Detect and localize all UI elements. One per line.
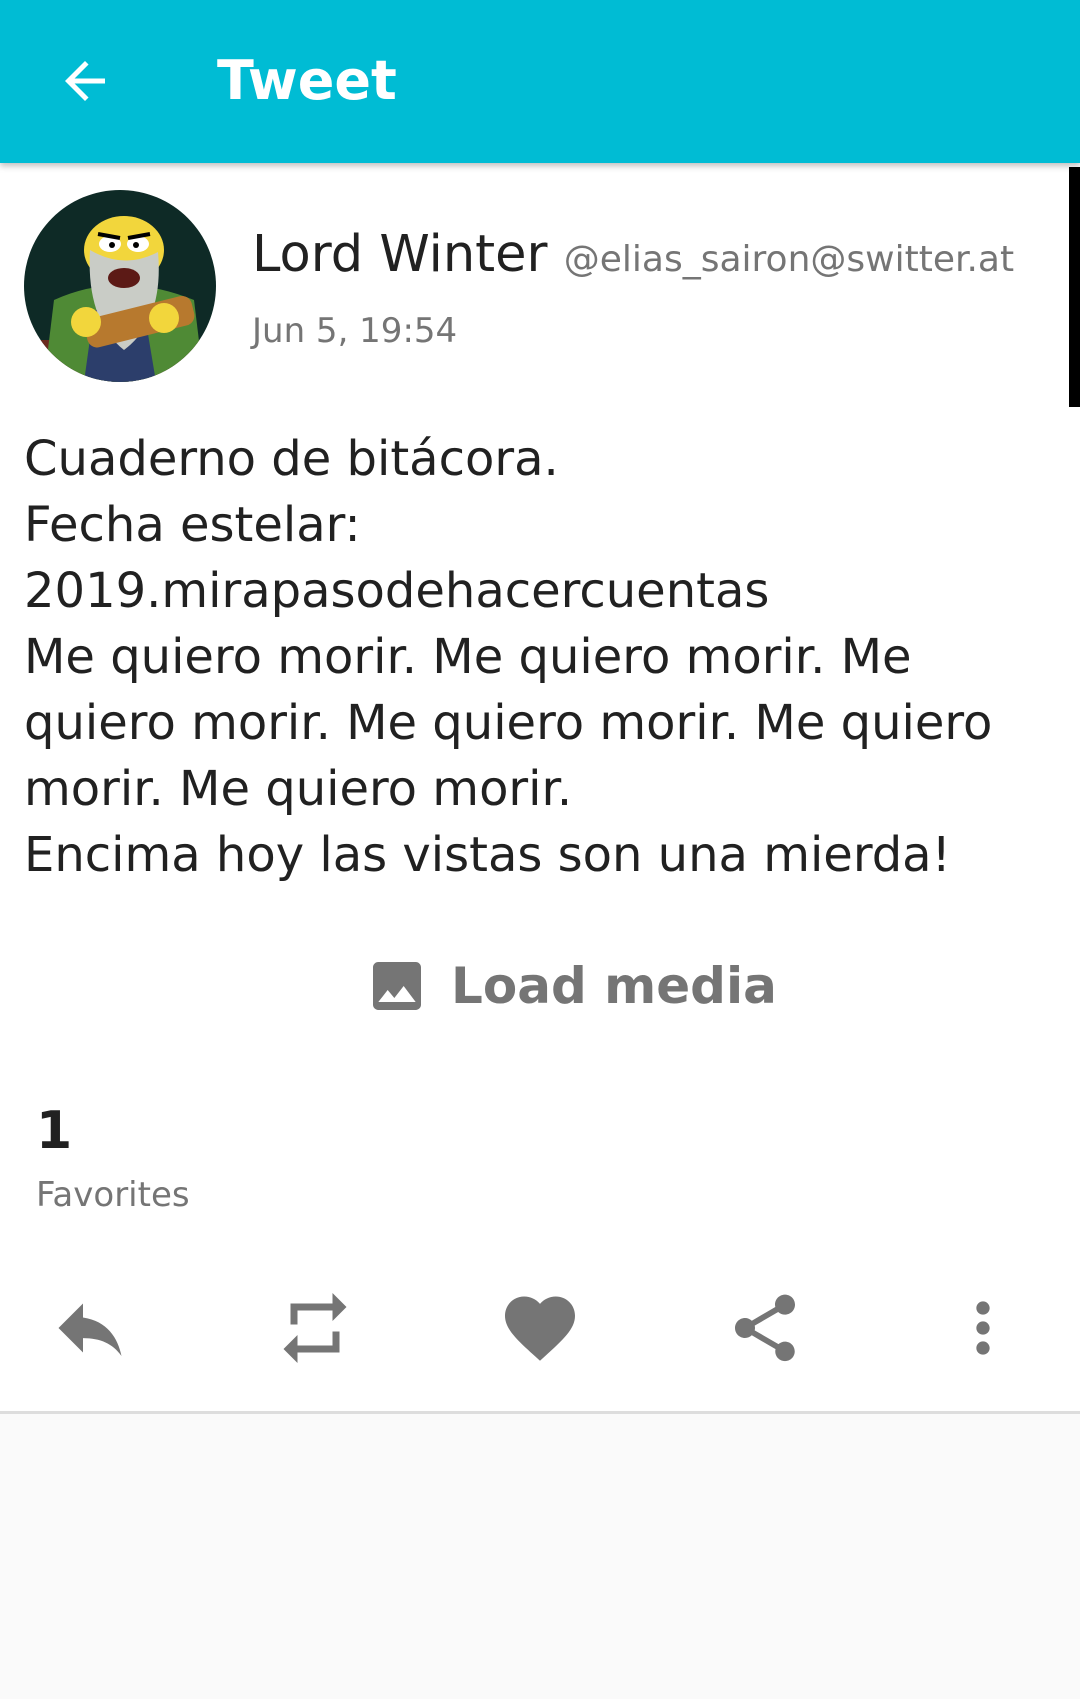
tweet-card: Lord Winter @elias_sairon@switter.at Jun… [0,163,1080,1414]
tweet-text-line: Encima hoy las vistas son una mierda! [24,827,951,883]
share-button[interactable] [715,1283,815,1373]
share-icon [735,1294,795,1362]
tweet-text-line: Me quiero morir. Me quiero morir. Me [24,629,912,685]
tweet-timestamp: Jun 5, 19:54 [252,311,458,351]
retweet-icon [283,1293,347,1363]
author-name-line[interactable]: Lord Winter @elias_sairon@switter.at [252,223,1014,292]
more-vertical-icon [976,1301,990,1355]
retweet-button[interactable] [265,1283,365,1373]
display-name: Lord Winter [252,225,548,284]
tweet-text-line: Cuaderno de bitácora. [24,431,559,487]
reply-button[interactable] [40,1283,140,1373]
favorite-button[interactable] [490,1283,590,1373]
favorites-label[interactable]: Favorites [36,1175,190,1215]
tweet-text-line: quiero morir. Me quiero morir. Me quiero [24,695,993,751]
favorites-count[interactable]: 1 [36,1101,72,1161]
back-button[interactable] [40,36,130,126]
reply-icon [58,1303,122,1356]
scrollbar-thumb[interactable] [1069,167,1080,407]
tweet-text-line: 2019.mirapasodehacercuentas [24,563,770,619]
load-media-label: Load media [451,957,777,1015]
bearded-man-avatar [24,190,216,382]
arrow-left-icon [65,61,105,101]
author-handle: @elias_sairon@switter.at [563,239,1015,280]
avatar[interactable] [24,190,216,382]
heart-icon [505,1296,575,1361]
more-options-button[interactable] [933,1283,1033,1373]
app-bar: Tweet [0,0,1080,163]
load-media-button[interactable]: Load media [365,946,777,1026]
tweet-text-line: morir. Me quiero morir. [24,761,573,817]
page-title: Tweet [217,49,397,112]
image-icon [373,962,421,1010]
tweet-text-line: Fecha estelar: [24,497,361,553]
tweet-text: Cuaderno de bitácora. Fecha estelar: 201… [24,426,1054,888]
